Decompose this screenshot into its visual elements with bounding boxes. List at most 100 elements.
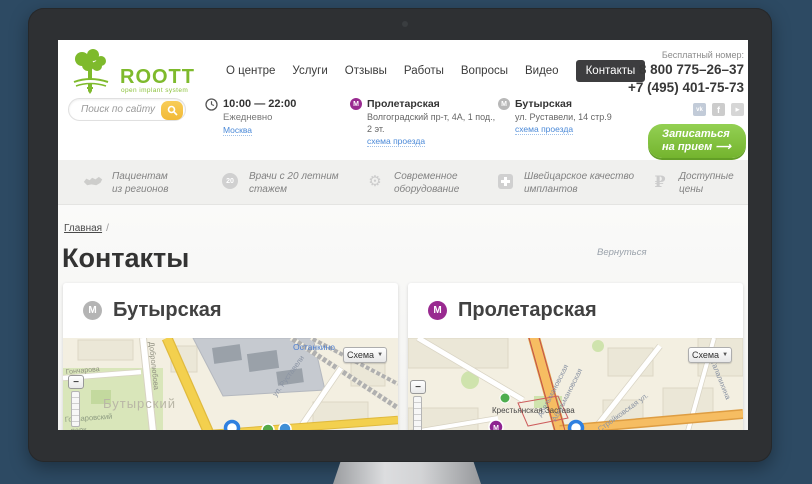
feature-quality: Швейцарское качествоимплантов: [495, 171, 634, 196]
station-name: Бутырская: [515, 98, 572, 110]
cta-line1: Записаться: [662, 128, 730, 140]
feature-text: Доступные: [679, 171, 734, 182]
breadcrumb-separator: /: [106, 223, 109, 234]
feature-experience: 20 Врачи с 20 летнимстажем: [220, 171, 339, 196]
card-butyrskaya: М Бутырская: [63, 283, 398, 430]
feature-text: Швейцарское качество: [524, 171, 634, 182]
site-search: [68, 98, 186, 121]
park-poi-marker[interactable]: [262, 424, 274, 430]
back-link[interactable]: Вернуться: [597, 247, 647, 258]
map-proletarskaya[interactable]: Абельмановская Абельмановская Стройковск…: [408, 338, 743, 430]
address-line: Волгоградский пр-т, 4А, 1 под.,: [367, 112, 495, 122]
breadcrumb-home-link[interactable]: Главная: [64, 223, 102, 234]
phone-number-1: 8 800 775–26–37: [639, 62, 744, 77]
ruble-icon: ₽: [654, 172, 665, 191]
feature-text: стажем: [249, 184, 287, 195]
caret-down-icon: ▼: [722, 352, 728, 358]
gear-icon: ⚙: [368, 172, 381, 190]
vk-icon[interactable]: vk: [693, 103, 706, 116]
map-scheme-button[interactable]: Схема ▼: [343, 347, 387, 363]
route-link[interactable]: схема проезда: [367, 136, 425, 147]
zoom-slider[interactable]: [413, 396, 422, 430]
metro-marker-letter: М: [493, 425, 499, 430]
map-label-butyrsky: Бутырский: [103, 396, 176, 411]
nav-item-services[interactable]: Услуги: [292, 65, 327, 77]
feature-text: оборудование: [394, 184, 459, 195]
metro-icon-gray: М: [83, 301, 102, 320]
nav-item-works[interactable]: Работы: [404, 65, 444, 77]
main-nav: О центре Услуги Отзывы Работы Вопросы Ви…: [226, 60, 645, 82]
youtube-icon[interactable]: ▶: [731, 103, 744, 116]
search-input[interactable]: [81, 100, 161, 119]
map-zoom-control: −: [410, 380, 428, 430]
social-icons: vk f ▶: [693, 103, 744, 116]
card-station-name: Пролетарская: [458, 299, 597, 322]
map-label-krestyanskaya: Крестьянская Застава: [492, 406, 575, 415]
feature-text: Врачи с 20 летним: [249, 171, 339, 182]
shop-poi-marker[interactable]: [279, 423, 291, 430]
map-cards: М Бутырская: [63, 283, 743, 430]
card-header: М Бутырская: [63, 283, 398, 338]
scheme-label: Схема: [692, 350, 719, 360]
search-button[interactable]: [161, 101, 183, 120]
browser-viewport: ROOTT open implant system О центре Услуг…: [58, 40, 748, 430]
logo-title: ROOTT: [120, 66, 195, 89]
phone-label: Бесплатный номер:: [662, 50, 744, 60]
zoom-slider[interactable]: [71, 391, 80, 427]
nav-item-reviews[interactable]: Отзывы: [345, 65, 387, 77]
caret-down-icon: ▼: [377, 352, 383, 358]
page-content: Главная / Вернуться Контакты М Бутырская: [58, 205, 748, 430]
nav-item-video[interactable]: Видео: [525, 65, 559, 77]
breadcrumb: Главная /: [64, 223, 109, 234]
map-butyrskaya[interactable]: Останкино Гончарова Добролюбова Бутырски…: [63, 338, 398, 430]
nav-item-contacts-active[interactable]: Контакты: [576, 60, 646, 82]
route-link[interactable]: схема проезда: [515, 124, 573, 135]
nav-item-questions[interactable]: Вопросы: [461, 65, 508, 77]
russia-map-icon: [83, 171, 103, 191]
swiss-cross-icon: [498, 174, 513, 189]
metro-icon-purple: М: [428, 301, 447, 320]
scheme-label: Схема: [347, 350, 374, 360]
station-name: Пролетарская: [367, 98, 440, 110]
monitor-stand: [333, 462, 481, 484]
map-zoom-control: −: [68, 375, 86, 427]
feature-text: Современное: [394, 171, 458, 182]
city-link[interactable]: Москва: [223, 125, 252, 136]
working-days: Ежедневно: [223, 112, 272, 123]
address-line: 2 эт.: [367, 124, 385, 134]
tree-logo-icon: [68, 48, 112, 94]
metro-icon-butyrskaya: М: [498, 98, 510, 110]
book-appointment-button[interactable]: Записаться на прием ⟶: [648, 124, 746, 158]
card-station-name: Бутырская: [113, 299, 222, 322]
feature-regions: Пациентам из регионов: [83, 171, 168, 196]
site-header: ROOTT open implant system О центре Услуг…: [58, 40, 748, 160]
metro-entrance-green-icon[interactable]: [500, 393, 510, 403]
map-label-ostankino: Останкино: [293, 342, 335, 352]
metro-icon-proletarskaya: М: [350, 98, 362, 110]
zoom-out-button[interactable]: −: [410, 380, 426, 394]
feature-equipment: ⚙ Современное оборудование: [365, 171, 459, 196]
working-hours: 10:00 — 22:00: [223, 98, 296, 110]
card-header: М Пролетарская: [408, 283, 743, 338]
feature-text: из регионов: [112, 184, 168, 195]
search-icon: [167, 105, 178, 116]
zoom-out-button[interactable]: −: [68, 375, 84, 389]
card-proletarskaya: М Пролетарская: [408, 283, 743, 430]
facebook-icon[interactable]: f: [712, 103, 725, 116]
address-line: ул. Руставели, 14 стр.9: [515, 112, 612, 122]
page-title: Контакты: [62, 243, 189, 274]
nav-item-about[interactable]: О центре: [226, 65, 275, 77]
features-strip: Пациентамиз регионов 20 Врачи с 20 летни…: [58, 160, 748, 205]
webcam-dot: [402, 21, 408, 27]
logo-subtitle: open implant system: [121, 87, 188, 94]
map-scheme-button[interactable]: Схема ▼: [688, 347, 732, 363]
logo[interactable]: ROOTT open implant system: [68, 48, 238, 92]
feature-prices: ₽ Доступные цены: [650, 171, 734, 196]
clock-icon: [205, 98, 218, 111]
feature-text: Пациентам: [112, 171, 168, 182]
clinic-map-marker[interactable]: [570, 422, 583, 431]
feature-text: цены: [679, 184, 703, 195]
clinic-map-marker[interactable]: [226, 422, 239, 431]
cta-line2: на прием: [662, 141, 712, 153]
schedule-block: 10:00 — 22:00 Ежедневно Москва: [205, 98, 218, 116]
